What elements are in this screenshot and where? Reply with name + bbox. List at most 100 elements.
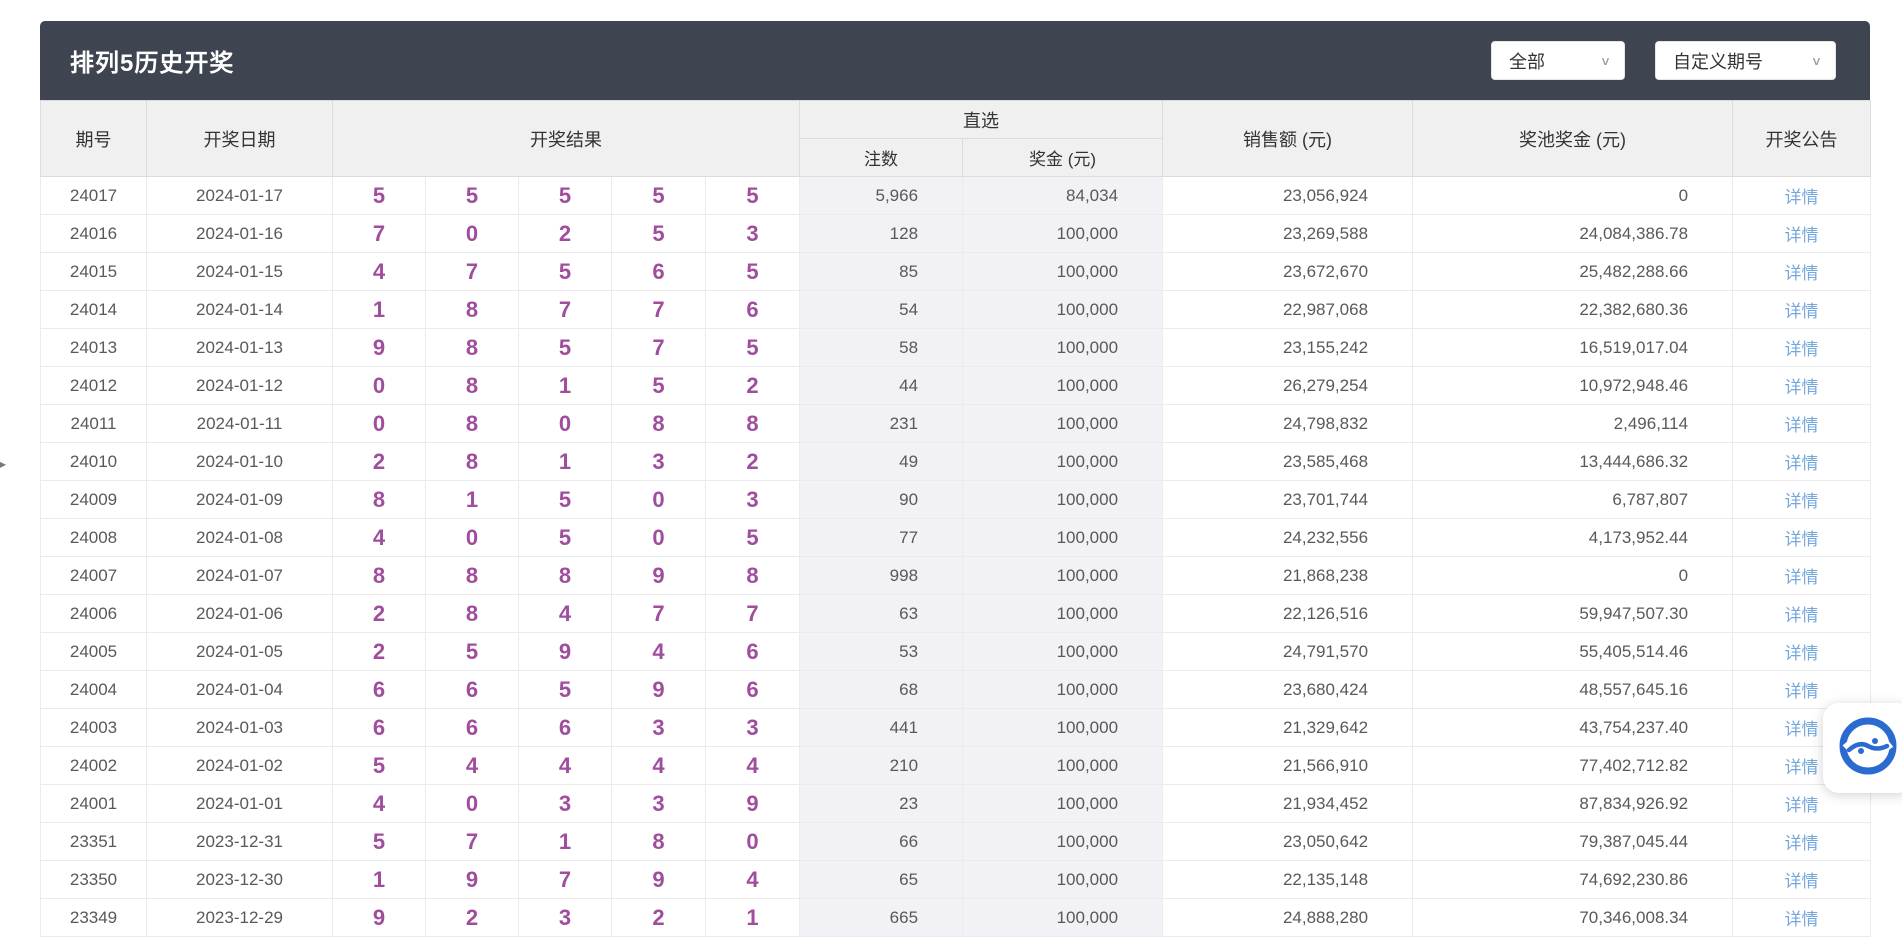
bets-cell: 23: [800, 785, 963, 823]
result-digit: 3: [706, 709, 800, 747]
result-digit: 3: [519, 785, 612, 823]
result-digit: 5: [333, 823, 426, 861]
announcement-cell: 详情: [1733, 405, 1871, 443]
service-widget[interactable]: [1823, 703, 1902, 793]
detail-link[interactable]: 详情: [1785, 492, 1819, 511]
bets-cell: 85: [800, 253, 963, 291]
result-digit: 6: [706, 671, 800, 709]
result-digit: 9: [333, 329, 426, 367]
announcement-cell: 详情: [1733, 899, 1871, 937]
detail-link[interactable]: 详情: [1785, 378, 1819, 397]
pool-cell: 0: [1413, 177, 1733, 215]
issue-cell: 23350: [41, 861, 147, 899]
pool-cell: 2,496,114: [1413, 405, 1733, 443]
announcement-cell: 详情: [1733, 443, 1871, 481]
announcement-cell: 详情: [1733, 481, 1871, 519]
table-row: 24011 2024-01-11 0 8 0 8 8 231 100,000 2…: [41, 405, 1871, 443]
detail-link[interactable]: 详情: [1785, 872, 1819, 891]
detail-link[interactable]: 详情: [1785, 226, 1819, 245]
prize-cell: 100,000: [963, 633, 1163, 671]
detail-link[interactable]: 详情: [1785, 720, 1819, 739]
prize-cell: 100,000: [963, 367, 1163, 405]
detail-link[interactable]: 详情: [1785, 302, 1819, 321]
announcement-cell: 详情: [1733, 177, 1871, 215]
bets-cell: 90: [800, 481, 963, 519]
pool-cell: 70,346,008.34: [1413, 899, 1733, 937]
issue-cell: 24012: [41, 367, 147, 405]
issue-cell: 24007: [41, 557, 147, 595]
col-header-prize: 奖金 (元): [963, 139, 1163, 177]
detail-link[interactable]: 详情: [1785, 416, 1819, 435]
table-row: 24003 2024-01-03 6 6 6 3 3 441 100,000 2…: [41, 709, 1871, 747]
bets-cell: 66: [800, 823, 963, 861]
detail-link[interactable]: 详情: [1785, 796, 1819, 815]
pool-cell: 48,557,645.16: [1413, 671, 1733, 709]
detail-link[interactable]: 详情: [1785, 606, 1819, 625]
pool-cell: 6,787,807: [1413, 481, 1733, 519]
announcement-cell: 详情: [1733, 519, 1871, 557]
detail-link[interactable]: 详情: [1785, 530, 1819, 549]
results-table: 期号 开奖日期 开奖结果 直选 销售额 (元) 奖池奖金 (元) 开奖公告 注数…: [40, 100, 1871, 937]
bets-cell: 54: [800, 291, 963, 329]
result-digit: 0: [426, 785, 519, 823]
issue-cell: 24006: [41, 595, 147, 633]
bets-cell: 5,966: [800, 177, 963, 215]
prize-cell: 100,000: [963, 899, 1163, 937]
issue-cell: 24011: [41, 405, 147, 443]
col-header-announcement: 开奖公告: [1733, 101, 1871, 177]
result-digit: 5: [426, 177, 519, 215]
detail-link[interactable]: 详情: [1785, 454, 1819, 473]
table-row: 24005 2024-01-05 2 5 9 4 6 53 100,000 24…: [41, 633, 1871, 671]
prize-cell: 100,000: [963, 519, 1163, 557]
date-cell: 2024-01-11: [147, 405, 333, 443]
issue-range-select[interactable]: 自定义期号 ∨: [1655, 41, 1836, 80]
detail-link[interactable]: 详情: [1785, 568, 1819, 587]
result-digit: 1: [519, 367, 612, 405]
date-cell: 2024-01-09: [147, 481, 333, 519]
result-digit: 6: [519, 709, 612, 747]
table-row: 24015 2024-01-15 4 7 5 6 5 85 100,000 23…: [41, 253, 1871, 291]
detail-link[interactable]: 详情: [1785, 264, 1819, 283]
detail-link[interactable]: 详情: [1785, 188, 1819, 207]
announcement-cell: 详情: [1733, 861, 1871, 899]
result-digit: 9: [706, 785, 800, 823]
table-row: 24002 2024-01-02 5 4 4 4 4 210 100,000 2…: [41, 747, 1871, 785]
date-cell: 2023-12-30: [147, 861, 333, 899]
sidebar-collapse-arrow[interactable]: ▸: [0, 458, 6, 470]
pool-cell: 79,387,045.44: [1413, 823, 1733, 861]
result-digit: 0: [333, 405, 426, 443]
result-digit: 8: [426, 367, 519, 405]
detail-link[interactable]: 详情: [1785, 834, 1819, 853]
pool-cell: 74,692,230.86: [1413, 861, 1733, 899]
date-cell: 2023-12-29: [147, 899, 333, 937]
bets-cell: 210: [800, 747, 963, 785]
prize-cell: 100,000: [963, 709, 1163, 747]
result-digit: 6: [706, 291, 800, 329]
issue-cell: 24008: [41, 519, 147, 557]
sales-cell: 23,680,424: [1163, 671, 1413, 709]
result-digit: 9: [519, 633, 612, 671]
bets-cell: 44: [800, 367, 963, 405]
result-digit: 8: [426, 329, 519, 367]
pool-cell: 16,519,017.04: [1413, 329, 1733, 367]
table-row: 23351 2023-12-31 5 7 1 8 0 66 100,000 23…: [41, 823, 1871, 861]
result-digit: 5: [706, 177, 800, 215]
result-digit: 7: [426, 823, 519, 861]
detail-link[interactable]: 详情: [1785, 340, 1819, 359]
result-digit: 0: [519, 405, 612, 443]
issue-cell: 24013: [41, 329, 147, 367]
detail-link[interactable]: 详情: [1785, 682, 1819, 701]
detail-link[interactable]: 详情: [1785, 644, 1819, 663]
result-digit: 7: [706, 595, 800, 633]
draw-type-select[interactable]: 全部 ∨: [1491, 41, 1625, 80]
result-digit: 4: [612, 747, 706, 785]
sales-cell: 23,056,924: [1163, 177, 1413, 215]
sales-cell: 23,701,744: [1163, 481, 1413, 519]
sales-cell: 24,791,570: [1163, 633, 1413, 671]
detail-link[interactable]: 详情: [1785, 758, 1819, 777]
result-digit: 4: [333, 253, 426, 291]
issue-cell: 24014: [41, 291, 147, 329]
detail-link[interactable]: 详情: [1785, 910, 1819, 929]
result-digit: 4: [519, 595, 612, 633]
date-cell: 2024-01-15: [147, 253, 333, 291]
